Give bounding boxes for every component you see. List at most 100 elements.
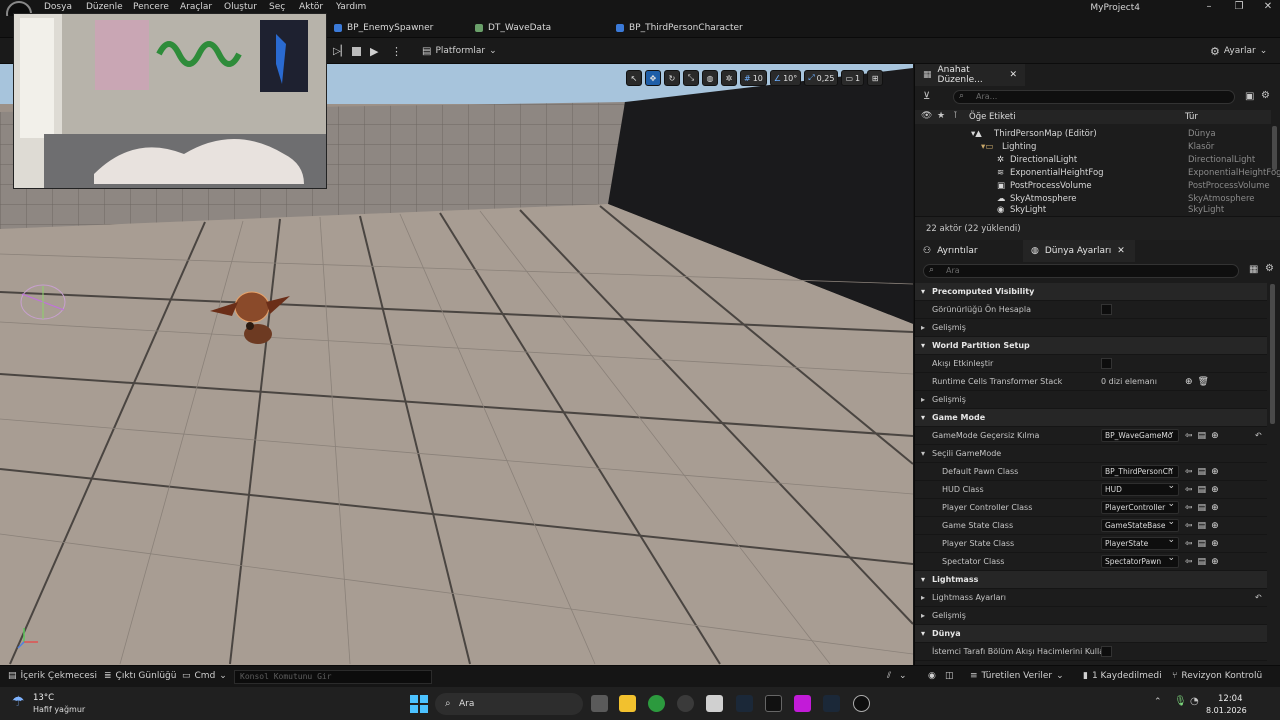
- gear-icon[interactable]: ⚙: [1261, 90, 1270, 101]
- add-new-icon[interactable]: ⊕: [1211, 521, 1219, 531]
- details-search-input[interactable]: Ara: [923, 264, 1239, 278]
- world-space-icon[interactable]: ◍: [702, 70, 718, 86]
- close-icon[interactable]: ✕: [1259, 1, 1277, 12]
- surface-snap-icon[interactable]: ✲: [721, 70, 737, 86]
- add-element-icon[interactable]: ⊕: [1185, 377, 1193, 387]
- outliner-row[interactable]: ≋ ExponentialHeightFog ExponentialHeight…: [915, 166, 1280, 179]
- epic-games-icon[interactable]: [765, 695, 782, 712]
- select-mode-icon[interactable]: ↖: [626, 70, 642, 86]
- outliner-row[interactable]: ▾▭ Lighting Klasör: [915, 140, 1271, 153]
- scale-icon[interactable]: ⤡: [683, 70, 699, 86]
- use-selected-icon[interactable]: ⇦: [1185, 485, 1193, 495]
- tab-bp-thirdpersoncharacter[interactable]: BP_ThirdPersonCharacter: [616, 20, 743, 36]
- revision-control-button[interactable]: ⑂ Revizyon Kontrolü: [1172, 671, 1262, 681]
- expand-arrow-icon[interactable]: ▾: [921, 341, 925, 350]
- tab-outliner[interactable]: ▦ Anahat Düzenle... ✕: [915, 64, 1025, 86]
- add-folder-icon[interactable]: ▣: [1245, 91, 1254, 102]
- translate-icon[interactable]: ✥: [645, 70, 661, 86]
- details-property-row[interactable]: ▸ Lightmass Ayarları ↶: [915, 589, 1267, 607]
- trace-button[interactable]: ⫽ ⌄: [887, 671, 907, 681]
- expand-arrow-icon[interactable]: ▾: [921, 413, 925, 422]
- class-dropdown[interactable]: HUD: [1101, 483, 1179, 496]
- browse-folder-icon[interactable]: ▤: [1198, 503, 1207, 513]
- outliner-row[interactable]: ☁ SkyAtmosphere SkyAtmosphere: [915, 192, 1271, 205]
- chrome-icon[interactable]: [648, 695, 665, 712]
- property-checkbox[interactable]: [1101, 358, 1112, 369]
- stop-icon[interactable]: [352, 43, 361, 59]
- collapse-arrow-icon[interactable]: ▸: [921, 593, 925, 602]
- more-options-icon[interactable]: ⋮: [391, 43, 402, 59]
- github-icon[interactable]: [677, 695, 694, 712]
- filter-icon[interactable]: ⊻: [923, 91, 930, 102]
- reset-to-default-icon[interactable]: ↶: [1255, 431, 1262, 440]
- store-icon[interactable]: [706, 695, 723, 712]
- viewport-layout-icon[interactable]: ⊞: [867, 70, 884, 86]
- browse-folder-icon[interactable]: ▤: [1198, 539, 1207, 549]
- browse-folder-icon[interactable]: ▤: [1198, 431, 1207, 441]
- clock-time[interactable]: 12:04: [1218, 694, 1243, 704]
- add-new-icon[interactable]: ⊕: [1211, 503, 1219, 513]
- use-selected-icon[interactable]: ⇦: [1185, 467, 1193, 477]
- tab-dt-wavedata[interactable]: DT_WaveData: [475, 20, 551, 36]
- class-dropdown[interactable]: BP_ThirdPersonCh: [1101, 465, 1179, 478]
- col-item-label[interactable]: Öğe Etiketi: [969, 112, 1016, 122]
- add-new-icon[interactable]: ⊕: [1211, 557, 1219, 567]
- rotate-icon[interactable]: ↻: [664, 70, 680, 86]
- menu-actor[interactable]: Aktör: [299, 2, 323, 12]
- details-property-row[interactable]: ▸ Gelişmiş: [915, 391, 1267, 409]
- details-property-row[interactable]: ▾ Seçili GameMode: [915, 445, 1267, 463]
- output-log-button[interactable]: ≣ Çıktı Günlüğü: [104, 671, 176, 681]
- use-selected-icon[interactable]: ⇦: [1185, 431, 1193, 441]
- outliner-search-input[interactable]: Ara...: [953, 90, 1235, 104]
- wifi-icon[interactable]: ◔: [1190, 696, 1199, 707]
- settings-button[interactable]: ⚙ Ayarlar ⌄: [1210, 43, 1267, 59]
- browse-folder-icon[interactable]: ▤: [1198, 485, 1207, 495]
- rotation-snap-toggle[interactable]: ∠ 10°: [769, 70, 802, 86]
- camera-speed-toggle[interactable]: ▭ 1: [841, 70, 865, 86]
- collapse-arrow-icon[interactable]: ▾: [921, 449, 925, 458]
- close-icon[interactable]: ✕: [1009, 70, 1017, 80]
- minimize-icon[interactable]: –: [1200, 1, 1218, 12]
- menu-tools[interactable]: Araçlar: [180, 2, 212, 12]
- details-property-row[interactable]: ▸ Gelişmiş: [915, 319, 1267, 337]
- outliner-row[interactable]: ◉ SkyLight SkyLight: [915, 205, 1271, 214]
- task-view-icon[interactable]: [591, 695, 608, 712]
- tab-world-settings[interactable]: ◍ Dünya Ayarları ✕: [1023, 240, 1135, 262]
- platforms-button[interactable]: ▤ Platformlar ⌄: [422, 43, 497, 59]
- tray-chevron-icon[interactable]: ⌃: [1154, 697, 1162, 707]
- cmd-dropdown[interactable]: ▭ Cmd ⌄: [182, 671, 227, 681]
- menu-help[interactable]: Yardım: [336, 2, 366, 12]
- outliner-row[interactable]: ✲ DirectionalLight DirectionalLight: [915, 153, 1271, 166]
- steam-icon[interactable]: [736, 695, 753, 712]
- details-category[interactable]: ▾ Lightmass: [915, 571, 1267, 589]
- browse-folder-icon[interactable]: ▤: [1198, 557, 1207, 567]
- visibility-icon[interactable]: 👁: [921, 111, 932, 121]
- maximize-icon[interactable]: ❐: [1230, 1, 1248, 12]
- expand-arrow-icon[interactable]: ▾: [921, 629, 925, 638]
- details-category[interactable]: ▾ Game Mode: [915, 409, 1267, 427]
- outliner-row[interactable]: ▾▲ ThirdPersonMap (Editör) Dünya: [915, 127, 1271, 140]
- pin-icon[interactable]: ⊺: [953, 111, 958, 121]
- class-dropdown[interactable]: GameStateBase: [1101, 519, 1179, 532]
- taskbar-search[interactable]: Ara: [435, 693, 583, 715]
- clock-date[interactable]: 8.01.2026: [1206, 706, 1247, 715]
- class-dropdown[interactable]: BP_WaveGameMo: [1101, 429, 1179, 442]
- record-icon[interactable]: ◉: [928, 671, 936, 681]
- details-category[interactable]: ▾ Dünya: [915, 625, 1267, 643]
- details-category[interactable]: ▾ Precomputed Visibility: [915, 283, 1267, 301]
- menu-file[interactable]: Dosya: [44, 2, 72, 12]
- outliner-scrollbar[interactable]: [1272, 126, 1277, 170]
- gear-icon[interactable]: ⚙: [1265, 263, 1274, 274]
- collapse-arrow-icon[interactable]: ▸: [921, 323, 925, 332]
- property-checkbox[interactable]: [1101, 646, 1112, 657]
- console-input[interactable]: Konsol Komutunu Gir: [234, 670, 432, 684]
- details-property-row[interactable]: ▸ Gelişmiş: [915, 607, 1267, 625]
- tab-bp-enemyspawner[interactable]: BP_EnemySpawner: [334, 20, 433, 36]
- use-selected-icon[interactable]: ⇦: [1185, 521, 1193, 531]
- grid-snap-toggle[interactable]: #10: [740, 70, 767, 86]
- trash-icon[interactable]: 🗑: [1198, 377, 1209, 387]
- microphone-icon[interactable]: 🎙: [1174, 696, 1187, 707]
- weather-icon[interactable]: ☂: [12, 694, 25, 710]
- collapse-arrow-icon[interactable]: ▸: [921, 611, 925, 620]
- col-type[interactable]: Tür: [1185, 112, 1198, 122]
